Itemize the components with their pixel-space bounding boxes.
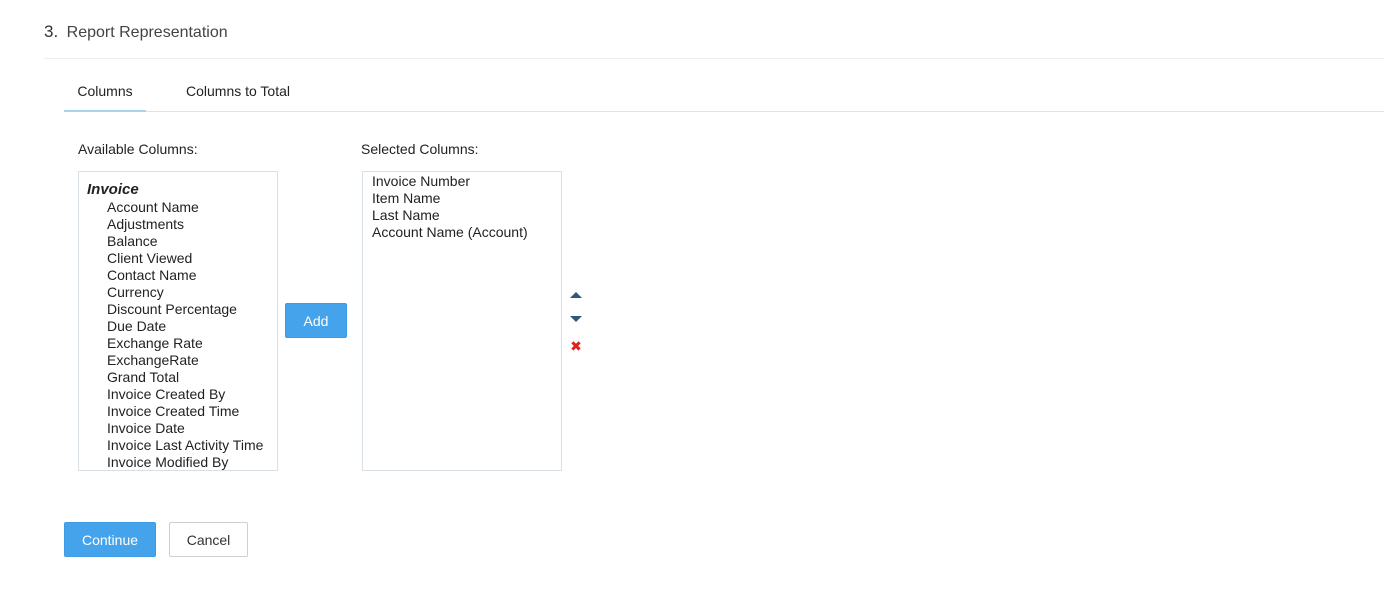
move-up-icon[interactable]	[568, 288, 584, 302]
list-option[interactable]: Invoice Created Time	[79, 403, 277, 420]
list-option[interactable]: Due Date	[79, 318, 277, 335]
group-header-invoice: Invoice	[87, 181, 139, 198]
list-option[interactable]: Item Name	[363, 190, 561, 207]
list-option[interactable]: Contact Name	[79, 267, 277, 284]
available-columns-list[interactable]: Invoice Account Name Adjustments Balance Cl…	[78, 171, 278, 471]
tab-columns[interactable]: Columns	[64, 72, 146, 112]
tab-columns-to-total[interactable]: Columns to Total	[172, 72, 304, 112]
list-option[interactable]: Invoice Created By	[79, 386, 277, 403]
triangle-up-icon	[570, 292, 582, 298]
section-number: 3.	[44, 22, 59, 41]
selected-columns-label: Selected Columns:	[361, 141, 479, 157]
list-option[interactable]: Invoice Last Activity Time	[79, 437, 277, 454]
section-divider	[44, 58, 1384, 59]
list-option[interactable]: Client Viewed	[79, 250, 277, 267]
selected-columns-list[interactable]: Invoice Number Item Name Last Name Account …	[362, 171, 562, 471]
list-option[interactable]: ExchangeRate	[79, 352, 277, 369]
list-option[interactable]: Balance	[79, 233, 277, 250]
selected-items: Invoice Number Item Name Last Name Account …	[363, 172, 561, 241]
move-down-icon[interactable]	[568, 312, 584, 326]
tab-bar: Columns Columns to Total	[64, 72, 1384, 112]
list-option[interactable]: Adjustments	[79, 216, 277, 233]
available-items: Account Name Adjustments Balance Client Vie…	[79, 199, 277, 470]
list-option[interactable]: Last Name	[363, 207, 561, 224]
add-button[interactable]: Add	[285, 303, 347, 338]
continue-button[interactable]: Continue	[64, 522, 156, 557]
section-title: 3. Report Representation	[44, 22, 228, 42]
list-option[interactable]: Invoice Date	[79, 420, 277, 437]
list-option[interactable]: Account Name (Account)	[363, 224, 561, 241]
triangle-down-icon	[570, 316, 582, 322]
remove-icon[interactable]: ✖	[568, 340, 584, 354]
list-option[interactable]: Discount Percentage	[79, 301, 277, 318]
close-x-icon: ✖	[570, 339, 582, 355]
list-option[interactable]: Grand Total	[79, 369, 277, 386]
list-option[interactable]: Currency	[79, 284, 277, 301]
available-columns-label: Available Columns:	[78, 141, 198, 157]
cancel-button[interactable]: Cancel	[169, 522, 248, 557]
list-option[interactable]: Account Name	[79, 199, 277, 216]
list-option[interactable]: Invoice Number	[363, 173, 561, 190]
list-option[interactable]: Invoice Modified By	[79, 454, 277, 470]
list-option[interactable]: Exchange Rate	[79, 335, 277, 352]
section-title-text: Report Representation	[66, 24, 228, 41]
